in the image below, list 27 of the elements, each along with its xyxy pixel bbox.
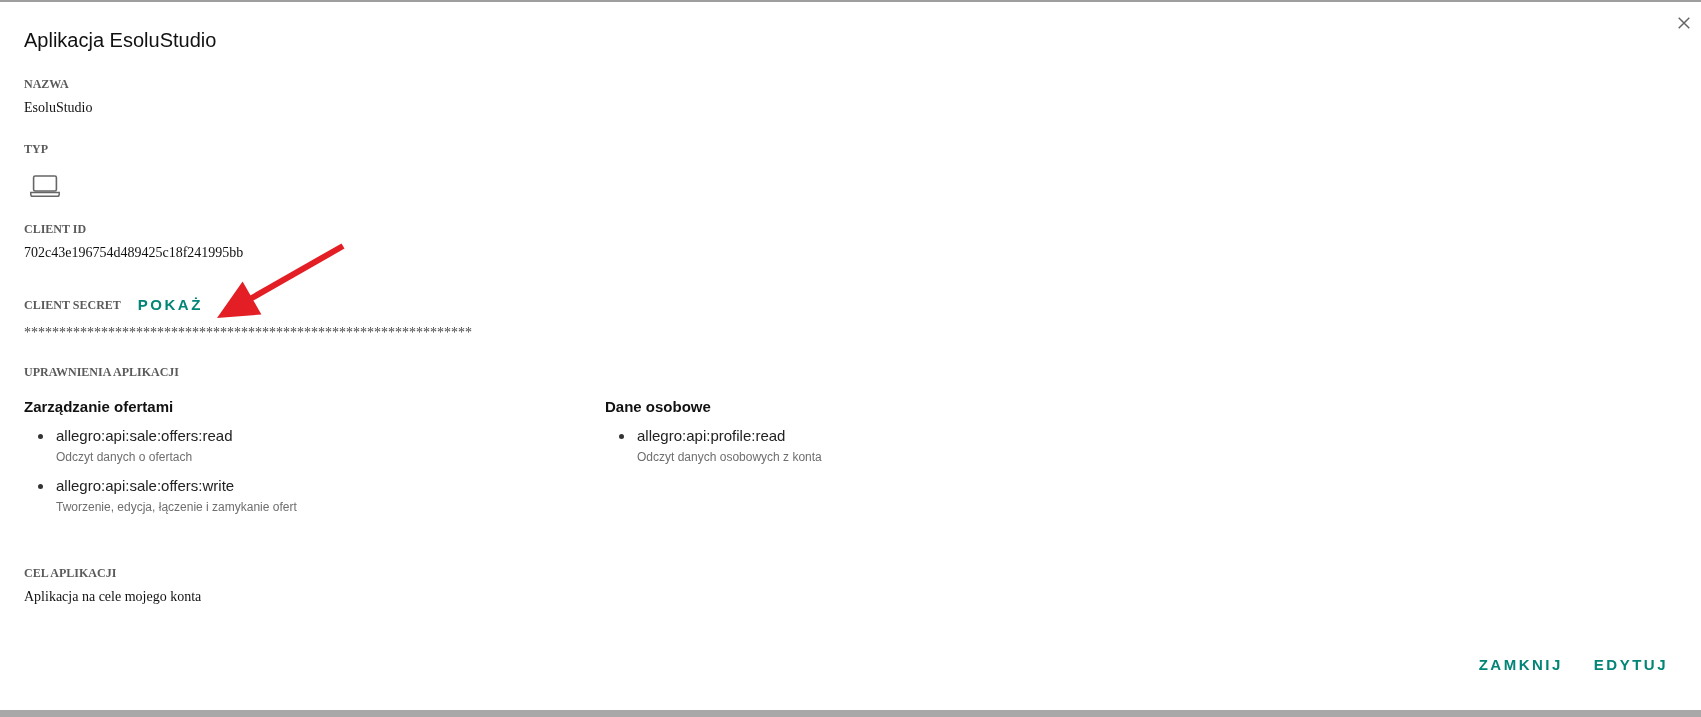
bullet-icon (38, 433, 43, 439)
scope-name: allegro:api:sale:offers:read (56, 426, 233, 446)
footer-button[interactable]: EDYTUJ (1585, 647, 1674, 683)
masked-secret: **************************************************************** (24, 324, 472, 342)
bullet-icon (619, 433, 624, 439)
dialog-title: Aplikacja EsoluStudio (24, 28, 217, 52)
field-label: TYP (24, 141, 48, 157)
scope-name: allegro:api:profile:read (637, 426, 787, 446)
field-value: 702c43e196754d489425c18f241995bb (24, 244, 244, 262)
field-label: CLIENT ID (24, 221, 87, 237)
show-secret-button[interactable]: POKAŻ (131, 288, 207, 322)
field-label: CEL APLIKACJI (24, 565, 117, 581)
field-value: Aplikacja na cele mojego konta (24, 588, 202, 606)
field-value: EsoluStudio (24, 99, 93, 117)
group-title: Dane osobowe (605, 397, 711, 417)
scope-description: Odczyt danych osobowych z konta (637, 449, 822, 465)
scope-description: Tworzenie, edycja, łączenie i zamykanie ofert (56, 499, 297, 515)
close-icon (1678, 17, 1690, 29)
bullet-icon (38, 483, 43, 489)
field-label: UPRAWNIENIA APLIKACJI (24, 364, 180, 380)
group-title: Zarządzanie ofertami (24, 397, 174, 417)
field-label: NAZWA (24, 76, 69, 92)
laptop-icon (30, 175, 60, 197)
footer-button[interactable]: ZAMKNIJ (1470, 647, 1569, 683)
field-label: CLIENT SECRET (24, 297, 121, 313)
scope-name: allegro:api:sale:offers:write (56, 476, 236, 496)
scope-description: Odczyt danych o ofertach (56, 449, 194, 465)
